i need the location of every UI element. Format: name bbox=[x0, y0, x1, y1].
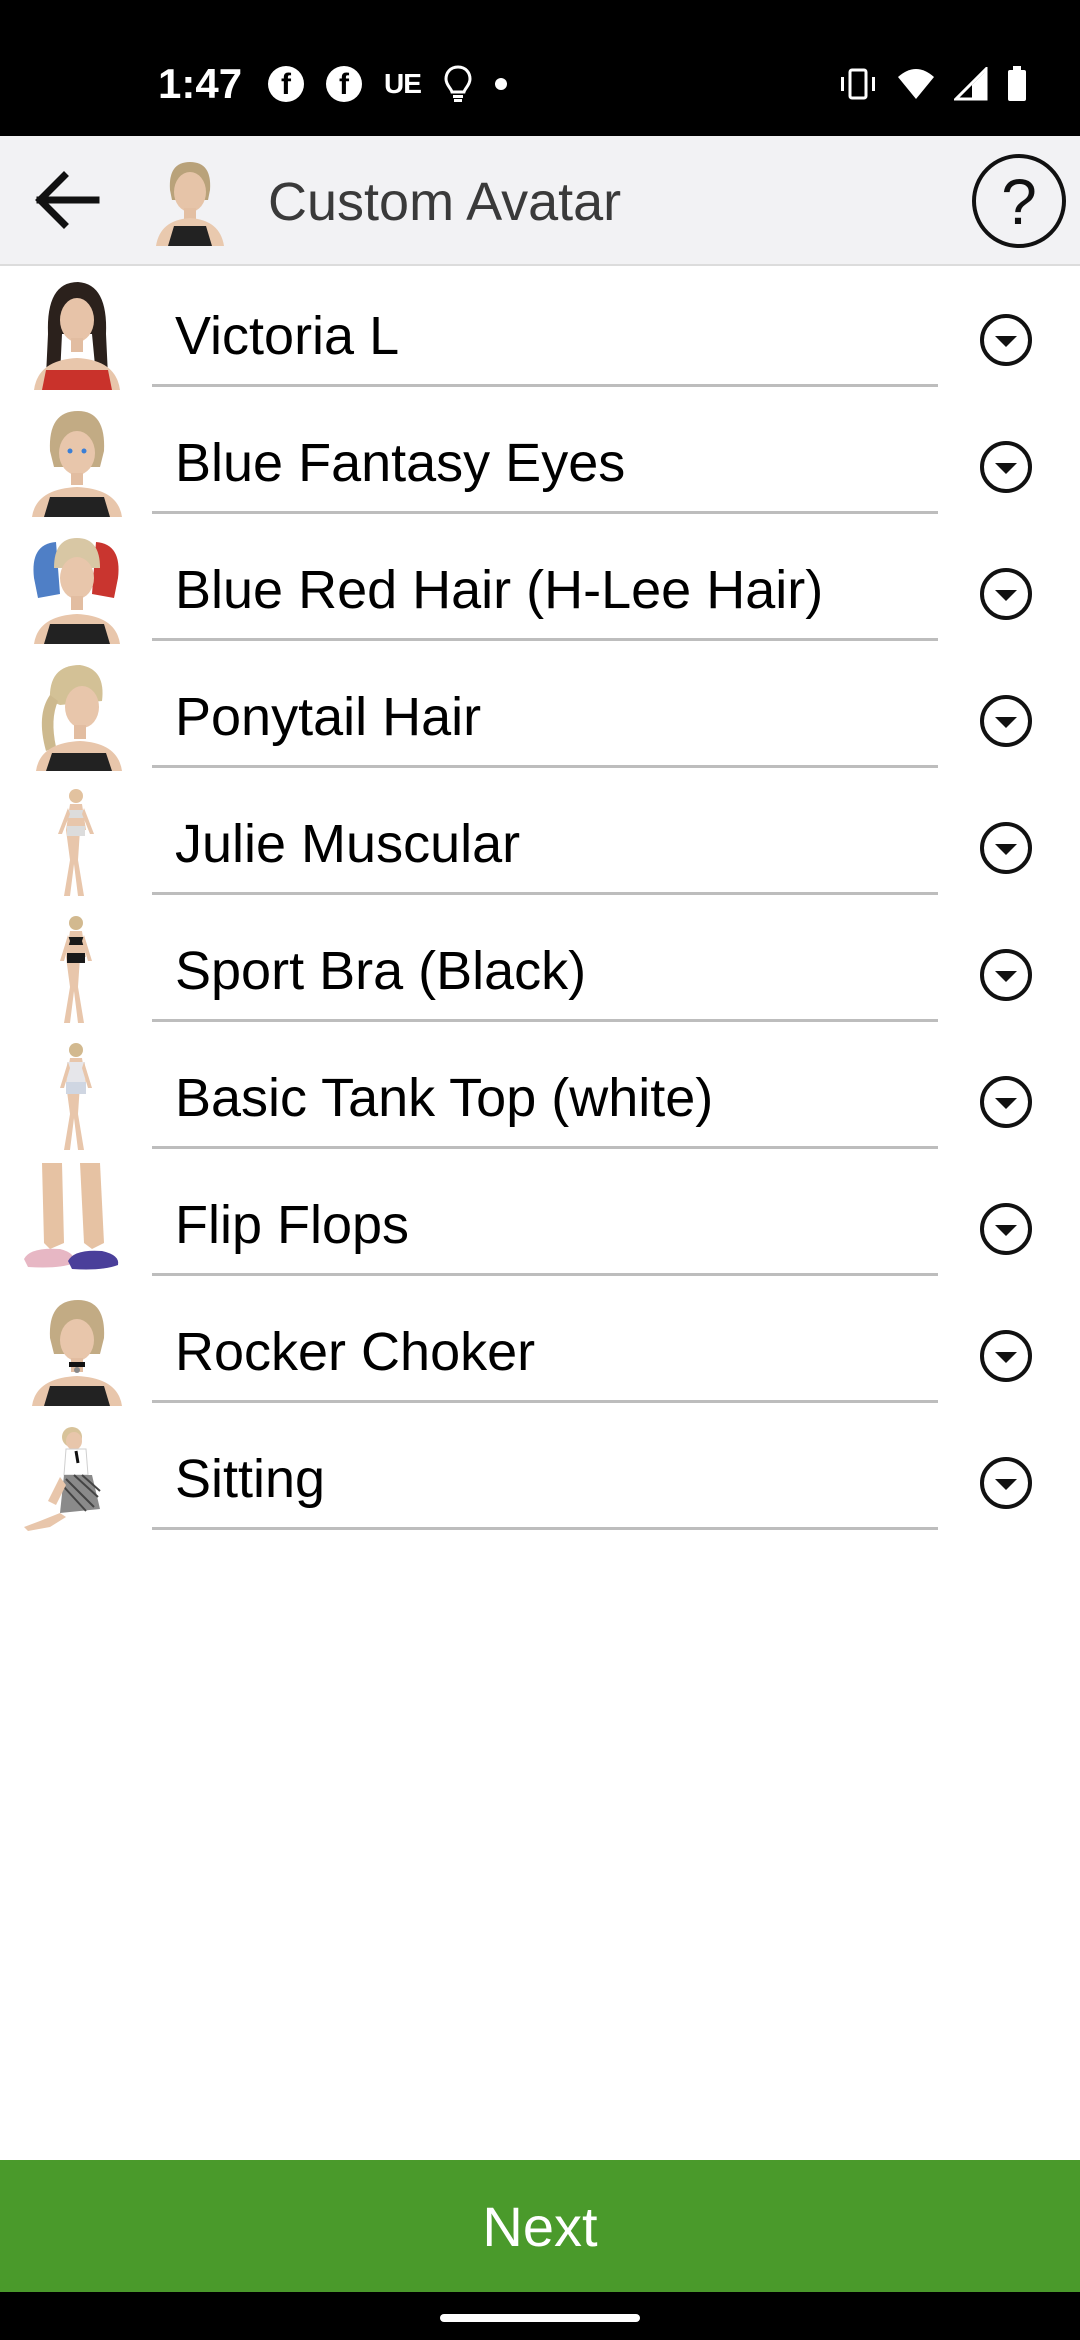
item-label: Ponytail Hair bbox=[175, 687, 482, 747]
chevron-down-circle-icon[interactable] bbox=[978, 820, 1034, 876]
home-handle[interactable] bbox=[440, 2314, 640, 2322]
facebook-icon: f bbox=[268, 66, 304, 102]
item-thumbnail bbox=[20, 1290, 132, 1406]
list-item[interactable]: Sitting bbox=[0, 1409, 1080, 1536]
dot-icon bbox=[494, 78, 507, 90]
chevron-down-circle-icon[interactable] bbox=[978, 693, 1034, 749]
list-item[interactable]: Blue Red Hair (H-Lee Hair) bbox=[0, 520, 1080, 647]
wifi-icon bbox=[898, 69, 934, 99]
list-item[interactable]: Ponytail Hair bbox=[0, 647, 1080, 774]
vibrate-icon bbox=[841, 68, 875, 100]
facebook-icon: f bbox=[326, 66, 362, 102]
item-thumbnail bbox=[20, 1163, 132, 1279]
chevron-down-circle-icon[interactable] bbox=[978, 566, 1034, 622]
item-underline bbox=[152, 1400, 938, 1403]
item-underline bbox=[152, 765, 938, 768]
list-item[interactable]: Basic Tank Top (white) bbox=[0, 1028, 1080, 1155]
chevron-down-circle-icon[interactable] bbox=[978, 947, 1034, 1003]
page-title: Custom Avatar bbox=[268, 172, 622, 232]
next-button[interactable]: Next bbox=[0, 2160, 1080, 2292]
chevron-down-circle-icon[interactable] bbox=[978, 1455, 1034, 1511]
item-underline bbox=[152, 384, 938, 387]
avatar-item-list: Victoria L Blue Fantasy Eyes Blue Red Ha… bbox=[0, 266, 1080, 1536]
item-label: Sitting bbox=[175, 1449, 326, 1509]
item-thumbnail bbox=[20, 274, 132, 390]
item-label: Blue Red Hair (H-Lee Hair) bbox=[175, 560, 824, 620]
navigation-bar bbox=[0, 2292, 1080, 2340]
item-thumbnail bbox=[20, 782, 132, 898]
item-thumbnail bbox=[20, 528, 132, 644]
item-underline bbox=[152, 1527, 938, 1530]
list-item[interactable]: Victoria L bbox=[0, 266, 1080, 393]
item-label: Julie Muscular bbox=[175, 814, 521, 874]
chevron-down-circle-icon[interactable] bbox=[978, 312, 1034, 368]
item-underline bbox=[152, 1273, 938, 1276]
item-thumbnail bbox=[20, 909, 132, 1025]
app-bar: Custom Avatar ? bbox=[0, 136, 1080, 266]
list-item[interactable]: Rocker Choker bbox=[0, 1282, 1080, 1409]
help-button[interactable]: ? bbox=[972, 154, 1066, 248]
status-bar: 1:47 f f UE bbox=[0, 0, 1080, 136]
item-thumbnail bbox=[20, 1036, 132, 1152]
list-item[interactable]: Sport Bra (Black) bbox=[0, 901, 1080, 1028]
chevron-down-circle-icon[interactable] bbox=[978, 1201, 1034, 1257]
status-time: 1:47 bbox=[158, 60, 243, 107]
ue-icon: UE bbox=[384, 68, 422, 99]
battery-icon bbox=[1008, 66, 1026, 101]
list-item[interactable]: Flip Flops bbox=[0, 1155, 1080, 1282]
item-thumbnail bbox=[20, 655, 132, 771]
list-item[interactable]: Blue Fantasy Eyes bbox=[0, 393, 1080, 520]
item-underline bbox=[152, 1019, 938, 1022]
status-right-icons bbox=[820, 62, 1028, 106]
item-underline bbox=[152, 638, 938, 641]
item-thumbnail bbox=[20, 1417, 132, 1533]
item-thumbnail bbox=[20, 401, 132, 517]
item-underline bbox=[152, 511, 938, 514]
lightbulb-icon bbox=[444, 65, 472, 102]
item-label: Rocker Choker bbox=[175, 1322, 536, 1382]
item-label: Blue Fantasy Eyes bbox=[175, 433, 626, 493]
arrow-left-icon[interactable] bbox=[26, 160, 106, 240]
status-left-icons: f f UE bbox=[268, 62, 529, 106]
chevron-down-circle-icon[interactable] bbox=[978, 1328, 1034, 1384]
item-label: Victoria L bbox=[175, 306, 400, 366]
item-label: Basic Tank Top (white) bbox=[175, 1068, 714, 1128]
chevron-down-circle-icon[interactable] bbox=[978, 439, 1034, 495]
item-underline bbox=[152, 892, 938, 895]
item-label: Sport Bra (Black) bbox=[175, 941, 587, 1001]
item-label: Flip Flops bbox=[175, 1195, 410, 1255]
cell-signal-icon bbox=[954, 67, 988, 101]
chevron-down-circle-icon[interactable] bbox=[978, 1074, 1034, 1130]
item-underline bbox=[152, 1146, 938, 1149]
avatar bbox=[150, 154, 230, 246]
list-item[interactable]: Julie Muscular bbox=[0, 774, 1080, 901]
